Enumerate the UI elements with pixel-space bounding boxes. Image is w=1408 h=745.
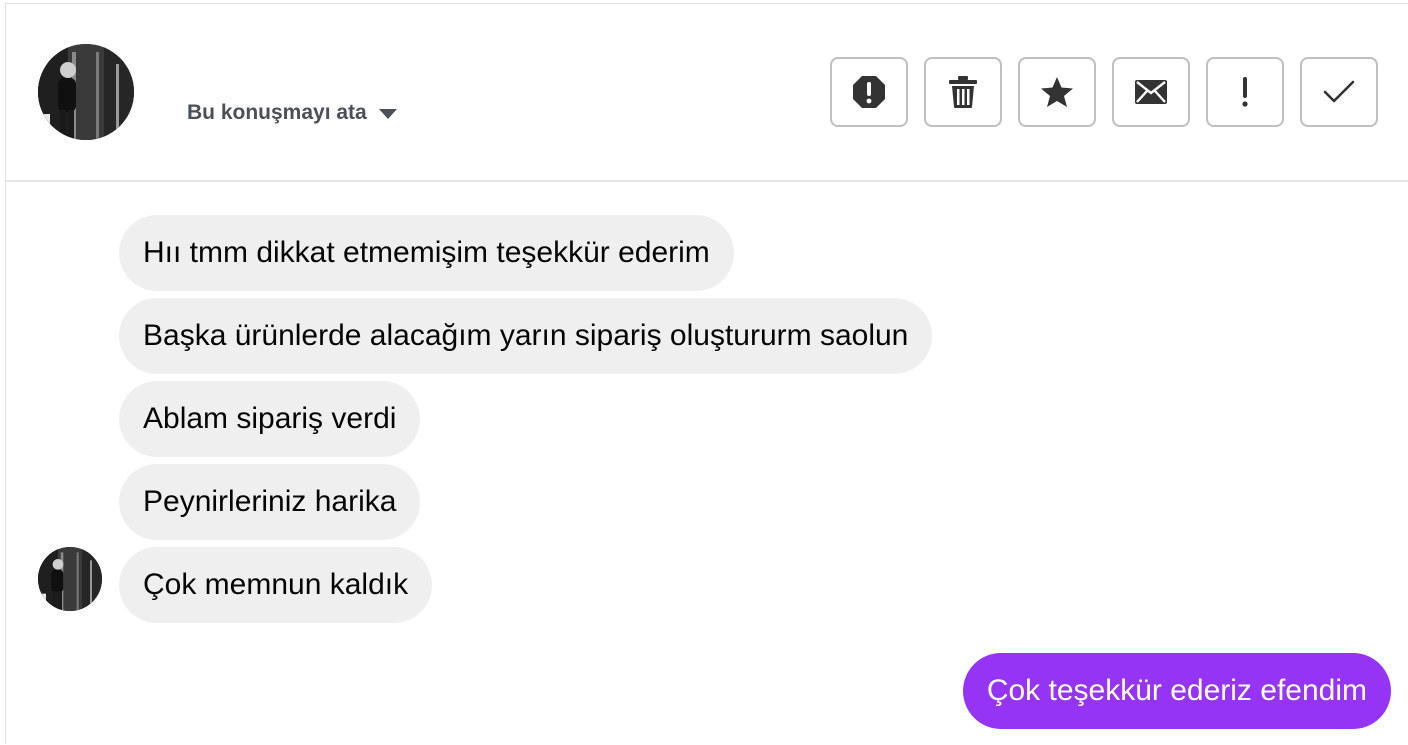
message-thread: Hıı tmm dikkat etmemişim teşekkür ederim… — [6, 182, 1408, 745]
trash-icon — [949, 76, 977, 108]
incoming-message: Çok memnun kaldık — [119, 547, 433, 623]
avatar-photo — [38, 44, 134, 140]
mark-spam-button[interactable] — [830, 57, 908, 127]
outgoing-message: Çok teşekkür ederiz efendim — [962, 653, 1391, 729]
star-icon — [1041, 77, 1073, 107]
sender-avatar — [38, 547, 102, 611]
conversation-header: Bu konuşmayı ata — [6, 4, 1408, 182]
incoming-message: Peynirleriniz harika — [119, 464, 421, 540]
caret-down-icon — [378, 109, 397, 119]
assign-conversation-label: Bu konuşmayı ata — [187, 101, 367, 124]
incoming-message: Başka ürünlerde alacağım yarın sipariş o… — [119, 298, 933, 374]
exclamation-icon — [1242, 77, 1248, 107]
star-button[interactable] — [1018, 57, 1096, 127]
conversation-actions — [830, 57, 1378, 127]
incoming-message: Ablam sipariş verdi — [119, 381, 421, 457]
envelope-icon — [1135, 80, 1167, 104]
mark-done-button[interactable] — [1300, 57, 1378, 127]
contact-avatar[interactable] — [38, 44, 134, 140]
checkmark-icon — [1323, 80, 1355, 103]
follow-up-button[interactable] — [1206, 57, 1284, 127]
avatar-photo — [38, 547, 102, 611]
alert-octagon-icon — [853, 76, 885, 108]
mark-unread-button[interactable] — [1112, 57, 1190, 127]
assign-conversation-dropdown[interactable]: Bu konuşmayı ata — [187, 98, 397, 128]
conversation-panel: Bu konuşmayı ata Hıı tmm dikkat etmemişi… — [5, 3, 1408, 744]
incoming-message: Hıı tmm dikkat etmemişim teşekkür ederim — [119, 215, 734, 291]
delete-button[interactable] — [924, 57, 1002, 127]
